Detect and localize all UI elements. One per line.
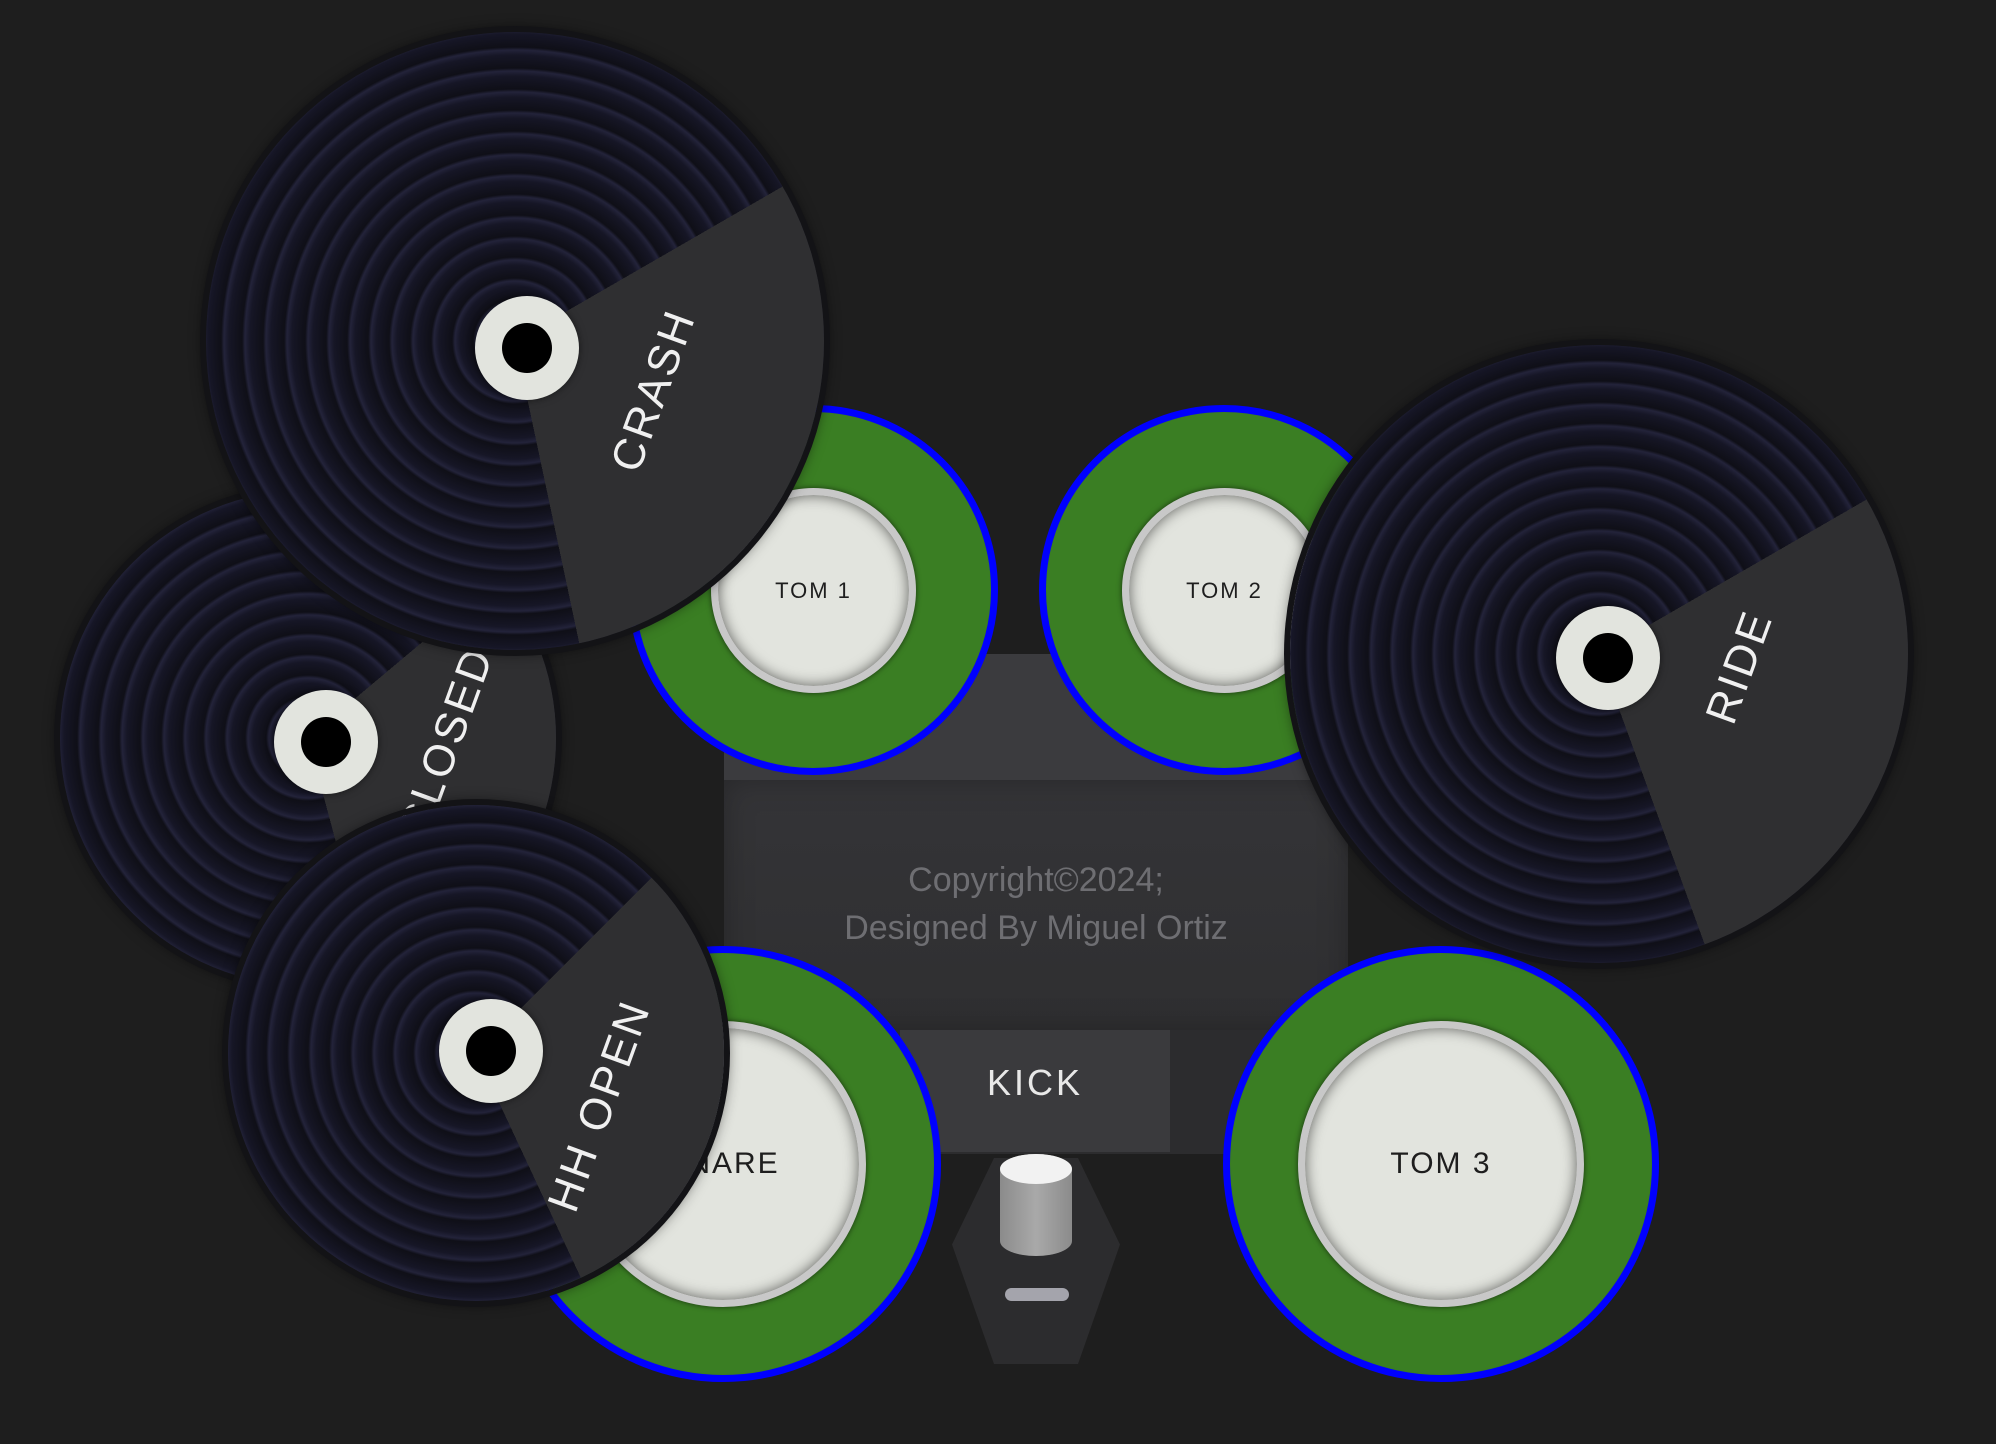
- kick-label[interactable]: KICK: [900, 1062, 1170, 1104]
- copyright-line-1: Copyright©2024;: [908, 861, 1164, 899]
- tom2-label: TOM 2: [1186, 577, 1263, 603]
- hh-closed-bell-hole: [301, 717, 351, 767]
- hh-open-cymbal[interactable]: HH OPEN: [228, 805, 724, 1301]
- kick-pedal-top: [1000, 1154, 1072, 1184]
- crash-bell-hole: [502, 323, 552, 373]
- tom1-label: TOM 1: [775, 577, 852, 603]
- drum-kit-stage: Copyright©2024; Designed By Miguel Ortiz…: [0, 0, 1996, 1444]
- ride-bell-hole: [1583, 633, 1633, 683]
- tom3-label: TOM 3: [1390, 1147, 1492, 1180]
- copyright-text: Copyright©2024; Designed By Miguel Ortiz: [724, 856, 1348, 952]
- copyright-line-2: Designed By Miguel Ortiz: [844, 909, 1228, 947]
- kick-pedal-bar: [1005, 1288, 1069, 1301]
- ride-bell[interactable]: [1556, 606, 1660, 710]
- hh-closed-bell[interactable]: [274, 690, 378, 794]
- ride-cymbal[interactable]: RIDE: [1290, 345, 1908, 963]
- tom3-drum[interactable]: TOM 3: [1223, 946, 1659, 1382]
- hh-open-bell-hole: [466, 1026, 516, 1076]
- crash-cymbal[interactable]: CRASH: [206, 32, 824, 650]
- hh-open-bell[interactable]: [439, 999, 543, 1103]
- tom3-head[interactable]: TOM 3: [1298, 1021, 1584, 1307]
- crash-bell[interactable]: [475, 296, 579, 400]
